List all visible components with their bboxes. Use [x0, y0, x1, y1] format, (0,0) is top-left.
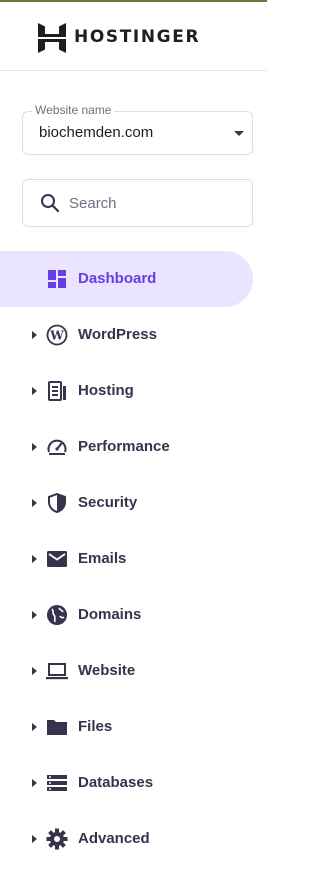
sidebar-item-files[interactable]: Files: [0, 699, 267, 755]
sidebar-item-label: Files: [78, 718, 113, 735]
sidebar-item-wordpress[interactable]: W WordPress: [0, 307, 267, 363]
expand-arrow-icon[interactable]: [32, 611, 37, 619]
caret-down-icon: [234, 131, 244, 136]
sidebar-item-label: Domains: [78, 606, 142, 623]
expand-arrow-icon[interactable]: [32, 555, 37, 563]
sidebar-item-databases[interactable]: Databases: [0, 755, 267, 811]
sidebar-item-label: Performance: [78, 438, 170, 455]
sidebar-item-label: Databases: [78, 774, 154, 791]
sidebar-item-dashboard[interactable]: Dashboard: [0, 251, 253, 307]
sidebar-item-performance[interactable]: Performance: [0, 419, 267, 475]
sidebar-item-label: Emails: [78, 550, 127, 567]
sidebar-item-label: WordPress: [78, 326, 157, 343]
sidebar-item-domains[interactable]: Domains: [0, 587, 267, 643]
dashboard-icon: [48, 270, 66, 288]
expand-arrow-icon[interactable]: [32, 499, 37, 507]
sidebar-item-emails[interactable]: Emails: [0, 531, 267, 587]
sidebar-item-label: Security: [78, 494, 138, 511]
sidebar-item-hosting[interactable]: Hosting: [0, 363, 267, 419]
expand-arrow-icon[interactable]: [32, 387, 37, 395]
hosting-icon: [48, 381, 66, 401]
search-icon: [41, 194, 60, 213]
sidebar-item-security[interactable]: Security: [0, 475, 267, 531]
laptop-icon: [46, 663, 68, 680]
sidebar-item-label: Dashboard: [78, 270, 157, 287]
expand-arrow-icon[interactable]: [32, 667, 37, 675]
website-name-select[interactable]: Website name biochemden.com: [22, 103, 253, 155]
search-input[interactable]: [69, 192, 239, 214]
svg-text:W: W: [49, 329, 64, 343]
sidebar-item-website[interactable]: Website: [0, 643, 267, 699]
database-icon: [47, 775, 67, 791]
sidebar-item-label: Website: [78, 662, 136, 679]
expand-arrow-icon[interactable]: [32, 443, 37, 451]
wordpress-icon: W: [46, 324, 68, 346]
sidebar-item-label: Advanced: [78, 830, 150, 847]
hostinger-logo-icon[interactable]: [38, 23, 66, 53]
shield-icon: [48, 492, 66, 514]
expand-arrow-icon[interactable]: [32, 835, 37, 843]
expand-arrow-icon[interactable]: [32, 331, 37, 339]
envelope-icon: [47, 551, 67, 567]
expand-arrow-icon[interactable]: [32, 779, 37, 787]
folder-icon: [47, 720, 67, 735]
website-name-label: Website name: [32, 103, 115, 117]
expand-arrow-icon[interactable]: [32, 723, 37, 731]
speedometer-icon: [47, 439, 67, 455]
sidebar-item-advanced[interactable]: Advanced: [0, 811, 267, 867]
sidebar-header: HOSTINGER: [0, 2, 267, 71]
brand-name[interactable]: HOSTINGER: [74, 27, 200, 47]
globe-icon: [47, 605, 67, 625]
sidebar-item-label: Hosting: [78, 382, 134, 399]
sidebar-nav: Dashboard W WordPress Hosting Performanc…: [0, 251, 267, 867]
website-name-value: biochemden.com: [39, 124, 154, 141]
search-box[interactable]: [22, 179, 253, 227]
gear-icon: [46, 828, 68, 850]
